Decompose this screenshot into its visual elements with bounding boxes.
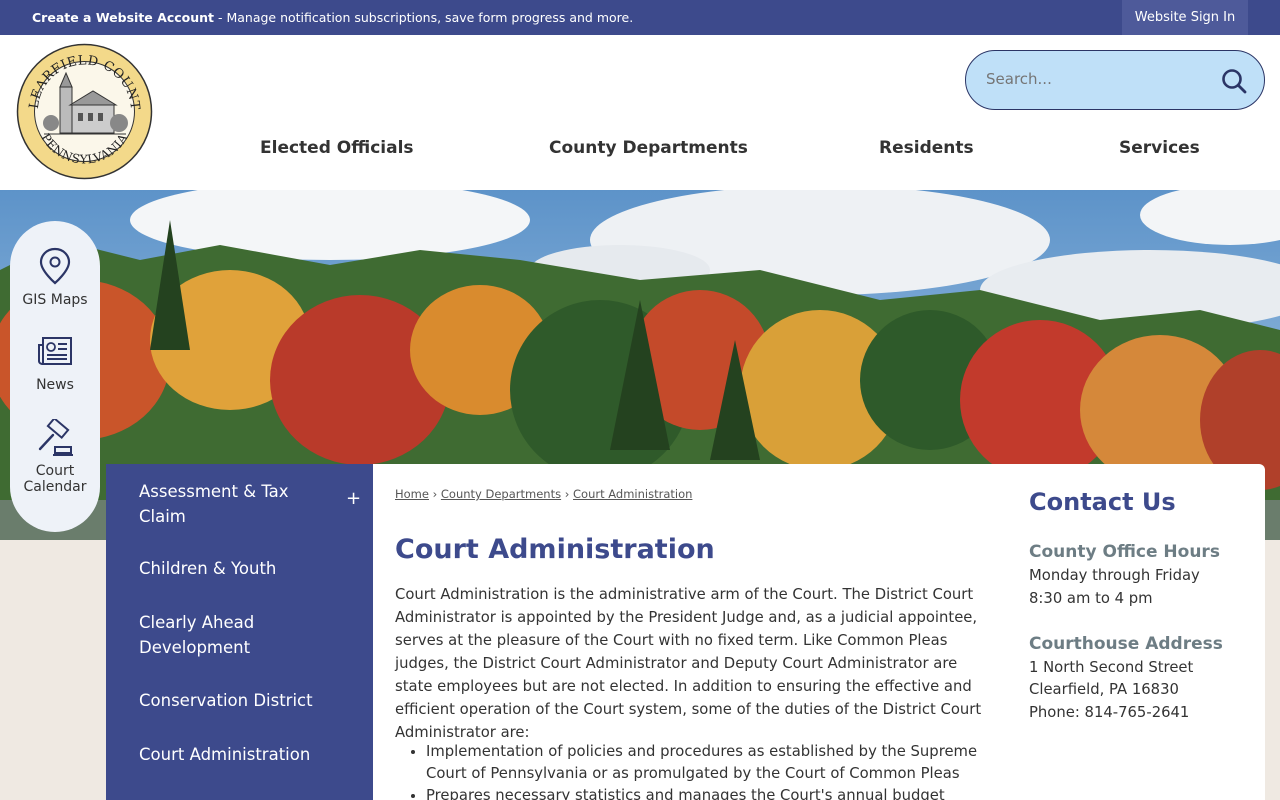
address-city: Clearfield, PA 16830 bbox=[1029, 681, 1179, 698]
breadcrumb-separator: › bbox=[561, 487, 574, 501]
contact-us-heading: Contact Us bbox=[1029, 488, 1176, 516]
quick-link-label: Court bbox=[35, 463, 75, 479]
intro-paragraph: Court Administration is the administrati… bbox=[395, 586, 982, 741]
main-content: Home › County Departments › Court Admini… bbox=[373, 464, 1265, 800]
search-icon[interactable] bbox=[1220, 67, 1248, 95]
search-input[interactable] bbox=[986, 70, 1206, 88]
nav-elected-officials[interactable]: Elected Officials bbox=[260, 138, 414, 158]
quick-links-panel: GIS Maps News Court Calendar bbox=[10, 221, 100, 532]
side-menu-item-court-administration[interactable]: Court Administration bbox=[139, 742, 339, 767]
side-menu-item-conservation[interactable]: Conservation District bbox=[139, 688, 339, 713]
breadcrumb: Home › County Departments › Court Admini… bbox=[395, 487, 692, 501]
quick-link-gis-maps[interactable]: GIS Maps bbox=[10, 246, 100, 308]
create-account-link[interactable]: Create a Website Account bbox=[32, 10, 214, 25]
quick-link-label: News bbox=[36, 377, 74, 393]
site-header: CLEARFIELD COUNTY PENNSYLVANIA Elected O… bbox=[0, 35, 1280, 190]
duties-list: Implementation of policies and procedure… bbox=[395, 741, 985, 800]
page-title: Court Administration bbox=[395, 534, 715, 565]
top-bar: Create a Website Account - Manage notifi… bbox=[0, 0, 1280, 35]
list-item: Prepares necessary statistics and manage… bbox=[426, 785, 985, 800]
expand-plus-icon[interactable]: + bbox=[346, 488, 361, 509]
account-message: Create a Website Account - Manage notifi… bbox=[32, 10, 633, 25]
quick-link-label: GIS Maps bbox=[22, 292, 88, 308]
search-box bbox=[965, 50, 1265, 110]
quick-link-label: Calendar bbox=[23, 479, 87, 495]
side-menu-item-clearly-ahead[interactable]: Clearly Ahead Development bbox=[139, 610, 339, 660]
office-hours-time: 8:30 am to 4 pm bbox=[1029, 590, 1153, 607]
department-side-menu: Assessment & Tax Claim + Children & Yout… bbox=[106, 464, 373, 800]
side-menu-item-assessment[interactable]: Assessment & Tax Claim bbox=[139, 479, 339, 529]
account-message-text: - Manage notification subscriptions, sav… bbox=[214, 10, 634, 25]
side-menu-item-children-youth[interactable]: Children & Youth bbox=[139, 556, 339, 581]
newspaper-icon bbox=[38, 337, 72, 365]
office-hours-heading: County Office Hours bbox=[1029, 542, 1220, 562]
quick-link-court-calendar[interactable]: Court Calendar bbox=[10, 419, 100, 495]
website-sign-in-button[interactable]: Website Sign In bbox=[1122, 0, 1248, 35]
breadcrumb-home[interactable]: Home bbox=[395, 487, 429, 501]
nav-county-departments[interactable]: County Departments bbox=[549, 138, 748, 158]
nav-residents[interactable]: Residents bbox=[879, 138, 974, 158]
breadcrumb-separator: › bbox=[428, 487, 441, 501]
county-seal-logo[interactable]: CLEARFIELD COUNTY PENNSYLVANIA bbox=[16, 43, 153, 180]
courthouse-address-heading: Courthouse Address bbox=[1029, 634, 1223, 654]
nav-services[interactable]: Services bbox=[1119, 138, 1200, 158]
list-item: Implementation of policies and procedure… bbox=[426, 741, 985, 785]
breadcrumb-county-departments[interactable]: County Departments bbox=[441, 487, 561, 501]
gavel-icon bbox=[38, 419, 73, 456]
map-pin-icon bbox=[39, 247, 71, 285]
office-hours-days: Monday through Friday bbox=[1029, 567, 1200, 584]
address-street: 1 North Second Street bbox=[1029, 659, 1194, 676]
breadcrumb-current[interactable]: Court Administration bbox=[573, 487, 692, 501]
phone-number[interactable]: Phone: 814-765-2641 bbox=[1029, 704, 1189, 721]
quick-link-news[interactable]: News bbox=[10, 333, 100, 393]
